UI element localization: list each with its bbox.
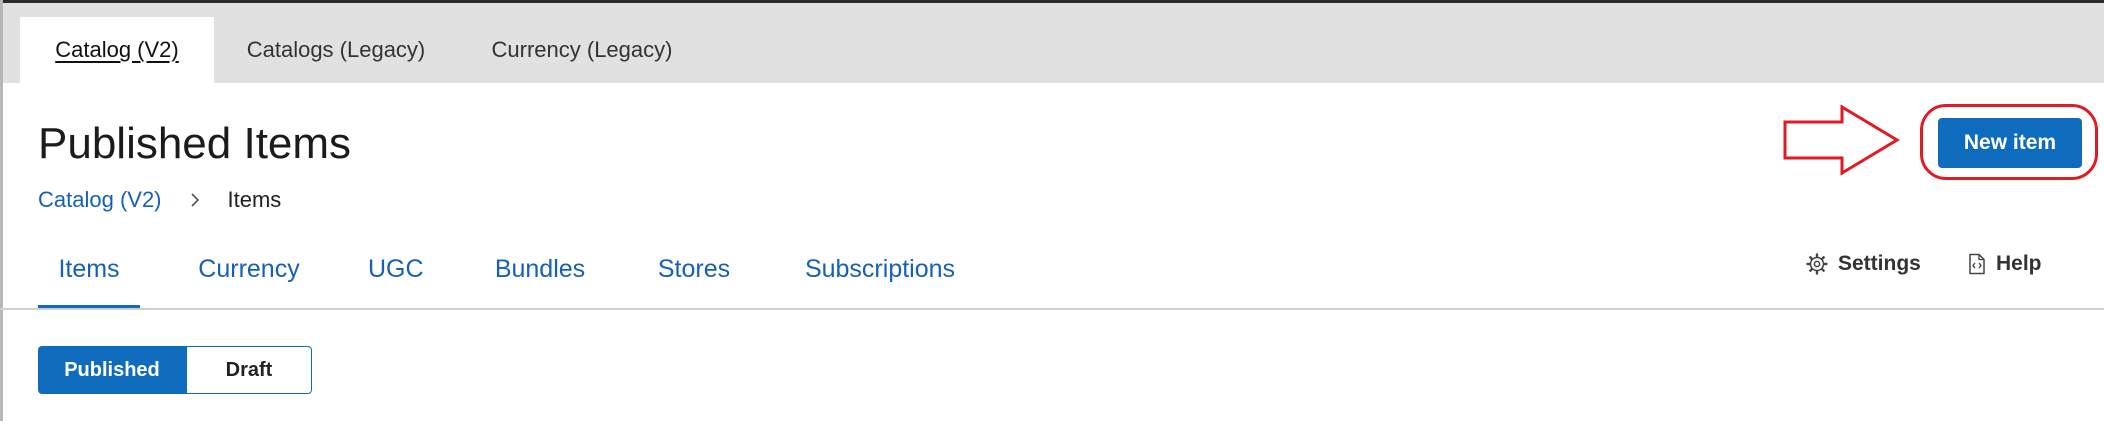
breadcrumb-current: Items xyxy=(227,187,282,212)
chevron-right-icon xyxy=(186,191,204,209)
top-tab-bar: Catalog (V2) Catalogs (Legacy) Currency … xyxy=(3,3,2104,83)
top-tab-catalog-v2[interactable]: Catalog (V2) xyxy=(20,17,214,83)
top-tab-catalogs-legacy[interactable]: Catalogs (Legacy) xyxy=(225,17,447,83)
tab-divider xyxy=(0,308,2104,310)
tab-items[interactable]: Items xyxy=(38,244,140,310)
top-tab-currency-legacy[interactable]: Currency (Legacy) xyxy=(469,17,695,83)
published-toggle-button[interactable]: Published xyxy=(38,346,186,394)
tab-stores[interactable]: Stores xyxy=(656,244,732,310)
red-arrow-annotation xyxy=(1783,104,1900,176)
new-item-button[interactable]: New item xyxy=(1938,118,2082,168)
help-label: Help xyxy=(1996,252,2042,275)
breadcrumb: Catalog (V2) Items xyxy=(38,184,281,216)
tab-subscriptions[interactable]: Subscriptions xyxy=(801,244,959,310)
tab-ugc[interactable]: UGC xyxy=(368,244,424,310)
tab-currency[interactable]: Currency xyxy=(193,244,305,310)
page-title: Published Items xyxy=(38,119,352,168)
settings-label: Settings xyxy=(1838,252,1921,275)
settings-button[interactable]: Settings xyxy=(1806,248,1921,280)
document-code-icon xyxy=(1969,253,1985,275)
gear-icon xyxy=(1806,253,1828,275)
tab-bundles[interactable]: Bundles xyxy=(492,244,588,310)
breadcrumb-link-catalog-v2[interactable]: Catalog (V2) xyxy=(38,187,162,213)
help-button[interactable]: Help xyxy=(1968,248,2042,280)
draft-toggle-button[interactable]: Draft xyxy=(186,346,312,394)
